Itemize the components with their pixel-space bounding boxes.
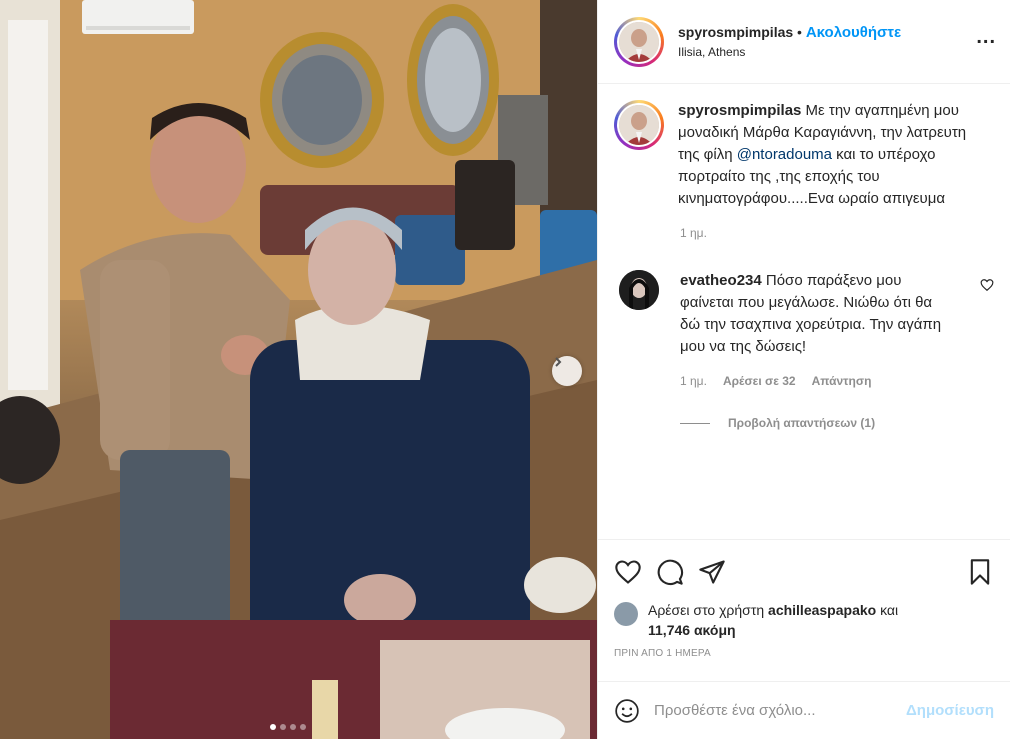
commenter-username[interactable]: evatheo234 — [680, 272, 762, 289]
comment-likes[interactable]: Αρέσει σε 32 — [723, 374, 796, 388]
more-options-icon[interactable]: ... — [976, 26, 996, 49]
heart-icon[interactable] — [614, 558, 642, 586]
carousel-dot — [270, 724, 276, 730]
liker-avatar[interactable] — [614, 602, 638, 626]
comment-meta: 1 ημ. Αρέσει σε 32 Απάντηση — [680, 374, 994, 388]
carousel-dot — [280, 724, 286, 730]
add-comment-bar: Προσθέστε ένα σχόλιο... Δημοσίευση — [598, 681, 1010, 739]
author-username[interactable]: spyrosmpimpilas — [678, 24, 793, 40]
author-avatar[interactable] — [614, 16, 664, 67]
comment-heart-icon[interactable] — [980, 278, 994, 292]
caption-text: spyrosmpimpilas Με την αγαπημένη μου μον… — [678, 100, 988, 210]
likes-count[interactable]: 11,746 ακόμη — [648, 622, 736, 638]
post-comment-button[interactable]: Δημοσίευση — [906, 702, 994, 719]
likes-prefix: Αρέσει στο χρήστη — [648, 602, 769, 618]
save-icon[interactable] — [966, 558, 994, 586]
comments-section: spyrosmpimpilas Με την αγαπημένη μου μον… — [598, 84, 1010, 539]
comment-item: evatheo234 Πόσο παράξενο μου φαίνεται πο… — [614, 270, 994, 358]
liker-username[interactable]: achilleaspapako — [768, 602, 876, 618]
post-timestamp[interactable]: ΠΡΙΝ ΑΠΟ 1 ΗΜΕΡΑ — [614, 648, 994, 659]
comment-text: evatheo234 Πόσο παράξενο μου φαίνεται πο… — [680, 270, 950, 358]
replies-divider — [680, 422, 710, 424]
avatar-image — [619, 21, 659, 62]
comment-time[interactable]: 1 ημ. — [680, 374, 707, 388]
comment-icon[interactable] — [656, 558, 684, 586]
header-separator: • — [793, 24, 806, 40]
view-replies-label: Προβολή απαντήσεων (1) — [728, 416, 876, 430]
post-sidebar: spyrosmpimpilas • Ακολουθήστε Ilisia, At… — [597, 0, 1010, 739]
next-photo-button[interactable] — [552, 356, 582, 386]
carousel-indicator — [270, 724, 306, 730]
caption-mention[interactable]: @ntoradouma — [737, 146, 832, 163]
avatar-image — [619, 105, 659, 145]
carousel-dot — [290, 724, 296, 730]
follow-button[interactable]: Ακολουθήστε — [806, 24, 901, 41]
chevron-right-icon — [555, 357, 562, 367]
post-photo[interactable] — [0, 0, 597, 739]
post-location[interactable]: Ilisia, Athens — [678, 45, 901, 59]
likes-middle: και — [876, 602, 899, 618]
reply-button[interactable]: Απάντηση — [812, 374, 872, 388]
instagram-post: spyrosmpimpilas • Ακολουθήστε Ilisia, At… — [0, 0, 1010, 739]
likes-summary: Αρέσει στο χρήστη achilleaspapako και 11… — [614, 600, 994, 640]
caption-time[interactable]: 1 ημ. — [680, 226, 994, 240]
post-actions: Αρέσει στο χρήστη achilleaspapako και 11… — [598, 539, 1010, 681]
view-replies-button[interactable]: Προβολή απαντήσεων (1) — [680, 416, 994, 430]
emoji-icon[interactable] — [614, 698, 640, 724]
comment-input[interactable]: Προσθέστε ένα σχόλιο... — [654, 702, 906, 719]
caption-username[interactable]: spyrosmpimpilas — [678, 102, 801, 119]
photo-illustration — [0, 0, 597, 739]
post-header: spyrosmpimpilas • Ακολουθήστε Ilisia, At… — [598, 0, 1010, 84]
share-icon[interactable] — [698, 558, 726, 586]
commenter-avatar[interactable] — [619, 270, 659, 310]
caption: spyrosmpimpilas Με την αγαπημένη μου μον… — [614, 100, 994, 210]
carousel-dot — [300, 724, 306, 730]
caption-author-avatar[interactable] — [614, 100, 664, 150]
